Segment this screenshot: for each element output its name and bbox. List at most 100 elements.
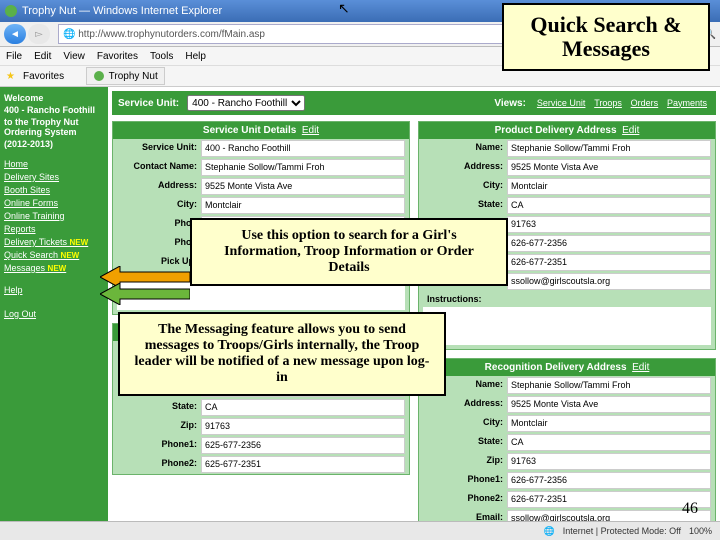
field-label: Phone1: — [419, 472, 507, 489]
field-value: 626-677-2351 — [507, 254, 711, 271]
globe-icon: 🌐 — [63, 29, 75, 40]
welcome-line1: Welcome — [4, 93, 104, 103]
field-value: 625-677-2356 — [201, 437, 405, 454]
window-title: Trophy Nut — Windows Internet Explorer — [22, 5, 222, 17]
new-badge: NEW — [70, 238, 89, 247]
field-value: CA — [507, 434, 711, 451]
sidebar-item-logout[interactable]: Log Out — [4, 308, 104, 320]
panel-header: Service Unit Details Edit — [113, 122, 409, 139]
field-value: CA — [507, 197, 711, 214]
field-label: Address: — [419, 159, 507, 176]
sidebar-item-quick-search[interactable]: Quick Search NEW — [4, 249, 104, 261]
field-value: Montclair — [201, 197, 405, 214]
views-label: Views: — [494, 98, 526, 109]
app-icon — [4, 4, 18, 18]
field-label: City: — [419, 178, 507, 195]
slide-number: 46 — [682, 500, 698, 518]
field-label: Service Unit: — [113, 140, 201, 157]
globe-icon: 🌐 — [544, 526, 555, 537]
view-orders[interactable]: Orders — [631, 98, 659, 108]
field-value: 400 - Rancho Foothill — [201, 140, 405, 157]
field-value: 626-677-2356 — [507, 472, 711, 489]
back-button[interactable]: ◄ — [4, 24, 26, 44]
service-unit-label: Service Unit: — [118, 98, 179, 109]
panel-recognition-delivery: Recognition Delivery Address Edit Name:S… — [418, 358, 716, 527]
arrow-icon — [100, 283, 190, 305]
field-label: City: — [113, 197, 201, 214]
field-label: State: — [113, 399, 201, 416]
top-toolbar: Service Unit: 400 - Rancho Foothill View… — [112, 91, 716, 115]
field-label: Zip: — [419, 453, 507, 470]
zoom-level[interactable]: 100% — [689, 526, 712, 536]
instructions-box — [423, 307, 711, 345]
view-payments[interactable]: Payments — [667, 98, 707, 108]
field-value: Montclair — [507, 415, 711, 432]
main-content: Service Unit: 400 - Rancho Foothill View… — [108, 87, 720, 527]
field-value: 91763 — [507, 216, 711, 233]
callout-quick-search: Use this option to search for a Girl's I… — [190, 218, 508, 286]
field-label: City: — [419, 415, 507, 432]
browser-tab[interactable]: Trophy Nut — [86, 67, 165, 85]
field-label: Contact Name: — [113, 159, 201, 176]
app-body: Welcome 400 - Rancho Foothill to the Tro… — [0, 87, 720, 527]
new-badge: NEW — [61, 251, 80, 260]
field-value: Montclair — [507, 178, 711, 195]
field-label: Zip: — [113, 418, 201, 435]
favorites-star-icon[interactable]: ★ — [6, 71, 15, 82]
field-value: 91763 — [507, 453, 711, 470]
field-label: State: — [419, 197, 507, 214]
edit-link[interactable]: Edit — [632, 362, 649, 373]
menu-edit[interactable]: Edit — [34, 51, 51, 62]
field-label: State: — [419, 434, 507, 451]
view-service-unit[interactable]: Service Unit — [537, 98, 586, 108]
tab-title: Trophy Nut — [109, 71, 158, 82]
sidebar-item-home[interactable]: Home — [4, 158, 104, 170]
instructions-label: Instructions: — [419, 292, 715, 306]
callout-messaging: The Messaging feature allows you to send… — [118, 312, 446, 396]
field-label: Phone2: — [419, 491, 507, 508]
view-links: Service Unit Troops Orders Payments — [534, 98, 710, 109]
status-bar: 🌐 Internet | Protected Mode: Off 100% — [0, 521, 720, 540]
field-value: 625-677-2351 — [201, 456, 405, 473]
menu-help[interactable]: Help — [185, 51, 206, 62]
panel-header: Recognition Delivery Address Edit — [419, 359, 715, 376]
menu-favorites[interactable]: Favorites — [97, 51, 138, 62]
welcome-line3: to the Trophy Nut Ordering System — [4, 117, 104, 137]
menu-tools[interactable]: Tools — [150, 51, 173, 62]
sidebar-item-delivery-sites[interactable]: Delivery Sites — [4, 171, 104, 183]
callout-title: Quick Search & Messages — [502, 3, 710, 71]
field-label: Name: — [419, 140, 507, 157]
menu-file[interactable]: File — [6, 51, 22, 62]
field-value: 626-677-2356 — [507, 235, 711, 252]
sidebar-item-delivery-tickets[interactable]: Delivery Tickets NEW — [4, 236, 104, 248]
menu-view[interactable]: View — [63, 51, 85, 62]
favorites-label[interactable]: Favorites — [23, 71, 64, 82]
welcome-line4: (2012-2013) — [4, 139, 104, 149]
address-url: http://www.trophynutorders.com/fMain.asp — [78, 29, 265, 40]
edit-link[interactable]: Edit — [622, 125, 639, 136]
field-value: Stephanie Sollow/Tammi Froh — [507, 140, 711, 157]
panel-header: Product Delivery Address Edit — [419, 122, 715, 139]
tab-favicon — [93, 70, 105, 82]
field-value: 91763 — [201, 418, 405, 435]
welcome-line2: 400 - Rancho Foothill — [4, 105, 104, 115]
field-label: Phon — [113, 216, 201, 233]
sidebar-item-messages[interactable]: Messages NEW — [4, 262, 104, 274]
status-text: Internet | Protected Mode: Off — [563, 526, 681, 536]
service-unit-select[interactable]: 400 - Rancho Foothill — [187, 95, 305, 111]
sidebar-item-online-training[interactable]: Online Training — [4, 210, 104, 222]
view-troops[interactable]: Troops — [594, 98, 622, 108]
sidebar-item-reports[interactable]: Reports — [4, 223, 104, 235]
field-label: Phone1: — [113, 437, 201, 454]
sidebar-item-booth-sites[interactable]: Booth Sites — [4, 184, 104, 196]
field-value: Stephanie Sollow/Tammi Froh — [201, 159, 405, 176]
field-value: 9525 Monte Vista Ave — [201, 178, 405, 195]
mouse-cursor: ↖ — [338, 0, 350, 17]
edit-link[interactable]: Edit — [302, 125, 319, 136]
forward-button[interactable]: ▻ — [28, 24, 50, 44]
field-value: ssollow@girlscoutsla.org — [507, 273, 711, 290]
field-value: 9525 Monte Vista Ave — [507, 396, 711, 413]
sidebar-item-online-forms[interactable]: Online Forms — [4, 197, 104, 209]
field-value: CA — [201, 399, 405, 416]
sidebar-item-help[interactable]: Help — [4, 284, 104, 296]
